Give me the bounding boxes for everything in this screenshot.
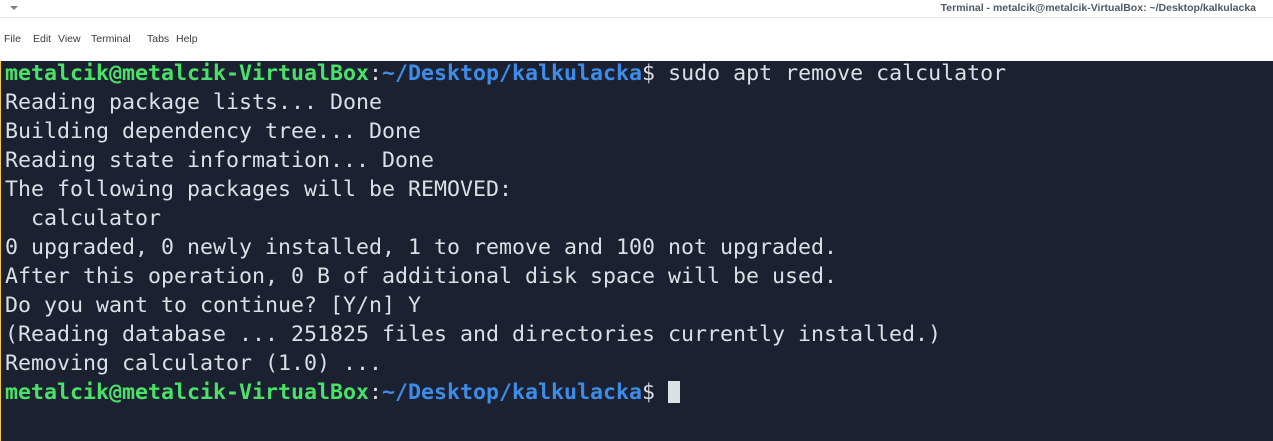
title-bar[interactable]: Terminal - metalcik@metalcik-VirtualBox:…	[0, 0, 1273, 18]
text-cursor	[668, 381, 681, 403]
terminal-output-area[interactable]: metalcik@metalcik-VirtualBox:~/Desktop/k…	[0, 61, 1273, 441]
output-line: The following packages will be REMOVED:	[5, 177, 513, 202]
prompt-path: ~/Desktop/kalkulacka	[382, 61, 643, 86]
terminal-window: Terminal - metalcik@metalcik-VirtualBox:…	[0, 0, 1273, 441]
window-menu-button[interactable]	[6, 1, 22, 15]
prompt-line-command: metalcik@metalcik-VirtualBox:~/Desktop/k…	[5, 61, 1006, 87]
menu-edit[interactable]: Edit	[33, 32, 51, 46]
prompt-colon: :	[369, 380, 383, 405]
chevron-down-icon[interactable]	[6, 1, 22, 15]
window-title: Terminal - metalcik@metalcik-VirtualBox:…	[940, 2, 1256, 14]
menu-terminal[interactable]: Terminal	[91, 32, 131, 46]
output-line: Do you want to continue? [Y/n] Y	[5, 293, 422, 318]
output-line: After this operation, 0 B of additional …	[5, 264, 838, 289]
menu-tabs[interactable]: Tabs	[147, 32, 169, 46]
menu-view[interactable]: View	[58, 32, 81, 46]
prompt-symbol: $	[642, 61, 656, 86]
output-line: 0 upgraded, 0 newly installed, 1 to remo…	[5, 235, 838, 260]
scrollbar[interactable]	[1267, 61, 1273, 441]
prompt-trailing-space	[655, 380, 668, 405]
menu-bar: File Edit View Terminal Tabs Help	[0, 18, 1273, 61]
prompt-path: ~/Desktop/kalkulacka	[382, 380, 643, 405]
output-line: calculator	[5, 206, 162, 231]
prompt-user-host: metalcik@metalcik-VirtualBox	[5, 380, 370, 405]
output-line: Reading state information... Done	[5, 148, 435, 173]
menu-help[interactable]: Help	[176, 32, 198, 46]
output-line: Reading package lists... Done	[5, 90, 383, 115]
command-text: sudo apt remove calculator	[655, 61, 1007, 86]
prompt-user-host: metalcik@metalcik-VirtualBox	[5, 61, 370, 86]
prompt-symbol: $	[642, 380, 656, 405]
output-line: (Reading database ... 251825 files and d…	[5, 322, 942, 347]
output-line: Building dependency tree... Done	[5, 119, 422, 144]
prompt-colon: :	[369, 61, 383, 86]
output-line: Removing calculator (1.0) ...	[5, 351, 383, 376]
menu-file[interactable]: File	[4, 32, 21, 46]
prompt-line-current: metalcik@metalcik-VirtualBox:~/Desktop/k…	[5, 380, 681, 406]
